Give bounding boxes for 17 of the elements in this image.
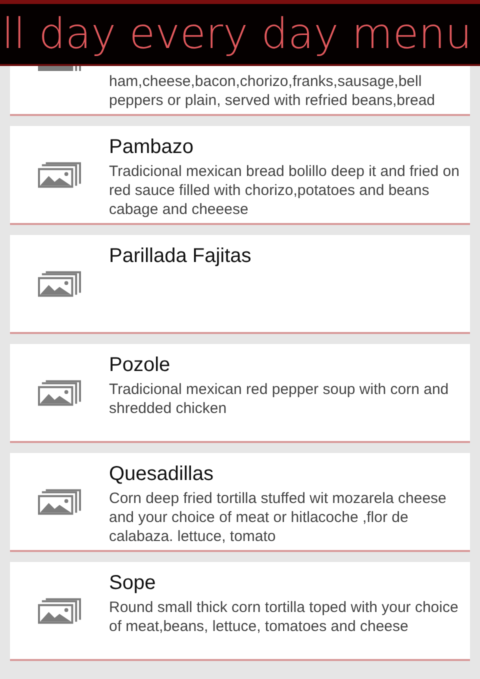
item-description: Tradicional mexican red pepper soup with corn and shredded chicken	[109, 380, 450, 418]
item-name: Pozole	[109, 353, 172, 377]
item-description: Corn deep fried tortilla stuffed wit mozarela cheese and your choice of meat or hitlacoche ,flor de calabaza. lettuce, tomato	[109, 489, 448, 546]
item-description: ham,cheese,bacon,chorizo,franks,sausage,bell peppers or plain, served with refried beans,bread	[109, 72, 436, 110]
item-description: Round small thick corn tortilla toped with your choice of meat,beans, lettuce, tomatoes and cheese	[109, 598, 460, 636]
menu-item-card[interactable]: Pozole Tradicional mexican red pepper soup with corn and shredded chicken	[10, 344, 470, 443]
menu-item-card[interactable]: Quesadillas Corn deep fried tortilla stuffed wit mozarela cheese and your choice of meat or hitlacoche ,flor de calabaza. lettuce, tomato	[10, 453, 470, 552]
menu-item-card[interactable]: Sope Round small thick corn tortilla toped with your choice of meat,beans, lettuce, tomatoes and cheese	[10, 562, 470, 661]
item-description: Tradicional mexican bread bolillo deep it and fried on red sauce filled with chorizo,potatoes and beans cabage and cheeese	[109, 162, 460, 219]
menu-title: ll day every day menu	[2, 13, 472, 55]
item-name: Quesadillas	[109, 462, 215, 486]
menu-item-card[interactable]: Pambazo Tradicional mexican bread bolillo deep it and fried on red sauce filled with chorizo,potatoes and beans cabage and cheeese	[10, 126, 470, 225]
menu-item-card[interactable]: ham,cheese,bacon,chorizo,franks,sausage,bell peppers or plain, served with refried beans,bread	[10, 66, 470, 116]
menu-item-card[interactable]: Parillada Fajitas	[10, 235, 470, 334]
item-name: Parillada Fajitas	[109, 244, 252, 268]
item-name: Sope	[109, 571, 157, 595]
item-name: Pambazo	[109, 135, 194, 159]
